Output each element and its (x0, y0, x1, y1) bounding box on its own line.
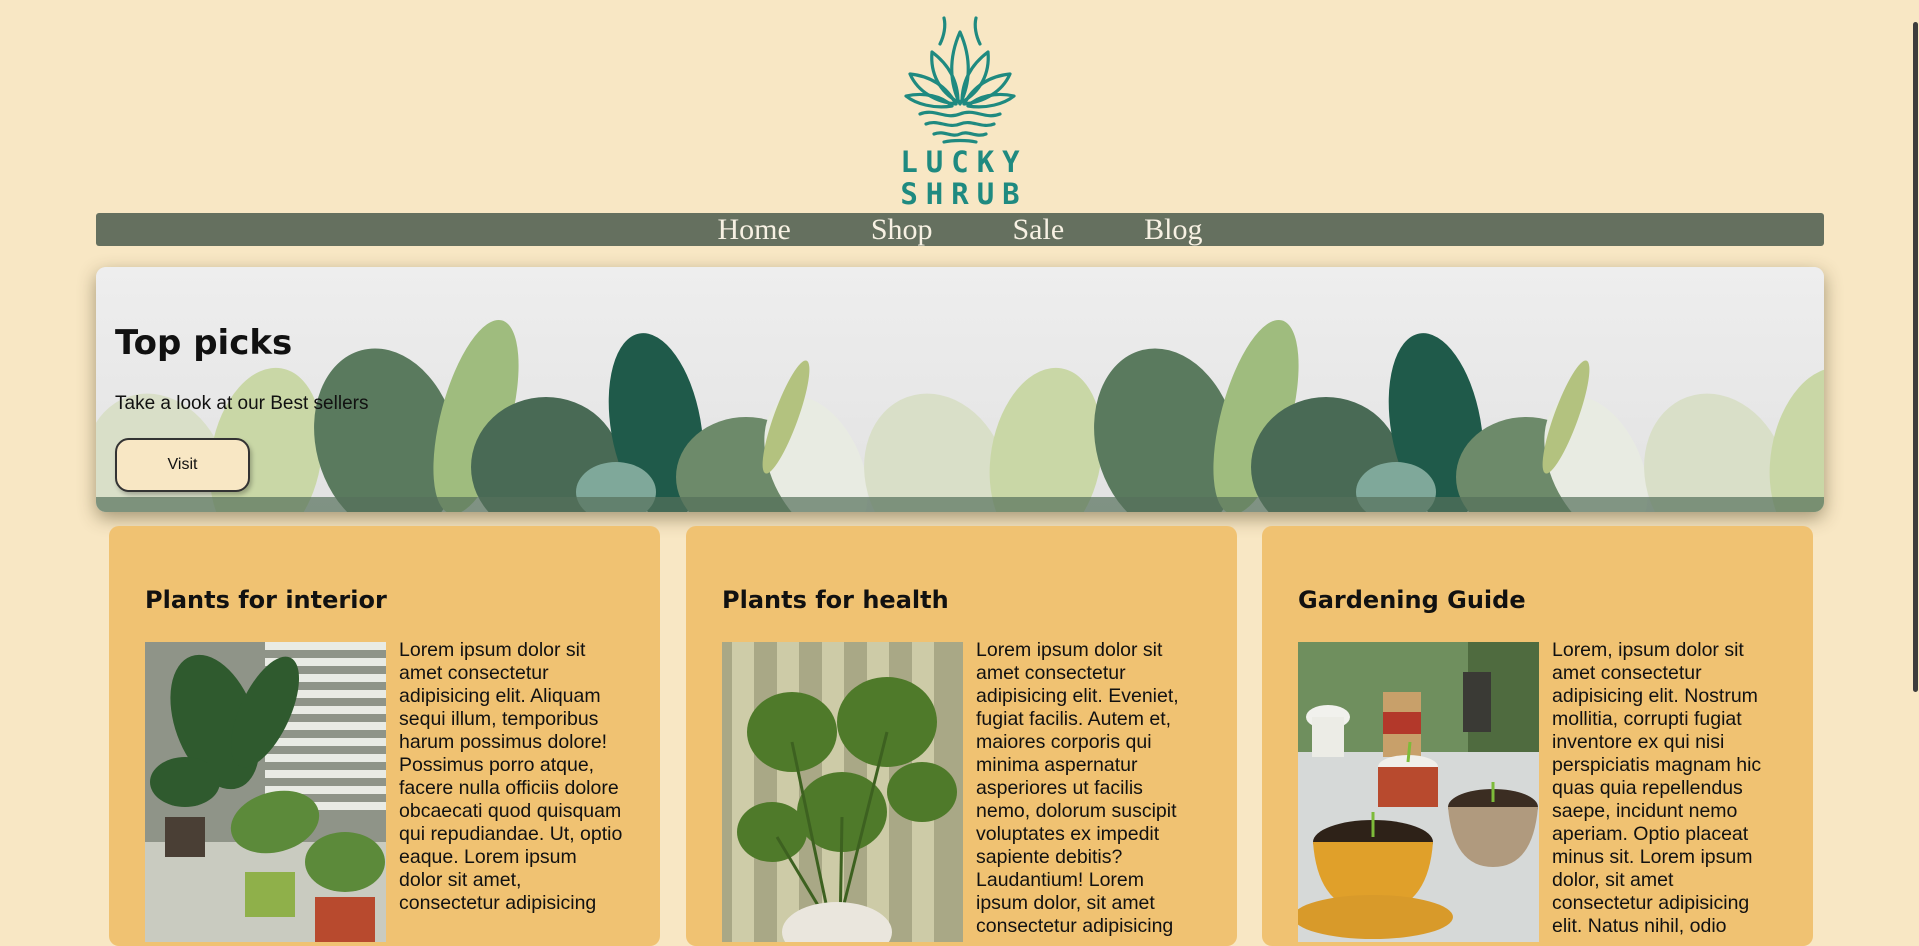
card-title: Plants for health (722, 586, 949, 614)
nav-link-home[interactable]: Home (717, 213, 790, 246)
card-image-monstera (722, 642, 963, 942)
hero-banner: Top picks Take a look at our Best seller… (96, 267, 1824, 512)
card-text: Lorem, ipsum dolor sit amet consectetur … (1552, 639, 1762, 937)
nav-link-blog[interactable]: Blog (1144, 213, 1202, 246)
card-gardening-guide: Gardening Guide Lorem, ipsum dolor sit a… (1262, 526, 1813, 946)
brand-name-line1: LUCKY (900, 145, 1028, 179)
card-plants-for-interior: Plants for interior Lorem ipsum dolor si… (109, 526, 660, 946)
nav-link-sale[interactable]: Sale (1013, 213, 1065, 246)
card-title: Gardening Guide (1298, 586, 1526, 614)
card-image-interior-plants (145, 642, 386, 942)
scrollbar[interactable] (1911, 0, 1919, 924)
card-title: Plants for interior (145, 586, 387, 614)
card-text: Lorem ipsum dolor sit amet consectetur a… (399, 639, 623, 914)
brand-logo[interactable]: LUCKY SHRUB (888, 14, 1032, 209)
scrollbar-thumb[interactable] (1913, 22, 1918, 692)
lucky-shrub-plant-logo-icon (904, 16, 1016, 144)
hero-subtitle: Take a look at our Best sellers (115, 393, 369, 414)
hero-title: Top picks (115, 323, 293, 363)
brand-name-line2: SHRUB (900, 177, 1028, 211)
card-plants-for-health: Plants for health Lorem ipsum dolor sit … (686, 526, 1237, 946)
nav-link-shop[interactable]: Shop (871, 213, 933, 246)
visit-button[interactable]: Visit (115, 438, 250, 492)
main-nav: Home Shop Sale Blog (96, 213, 1824, 246)
hero-leaves-image (96, 267, 1824, 512)
card-image-seedlings (1298, 642, 1539, 942)
card-text: Lorem ipsum dolor sit amet consectetur a… (976, 639, 1179, 937)
